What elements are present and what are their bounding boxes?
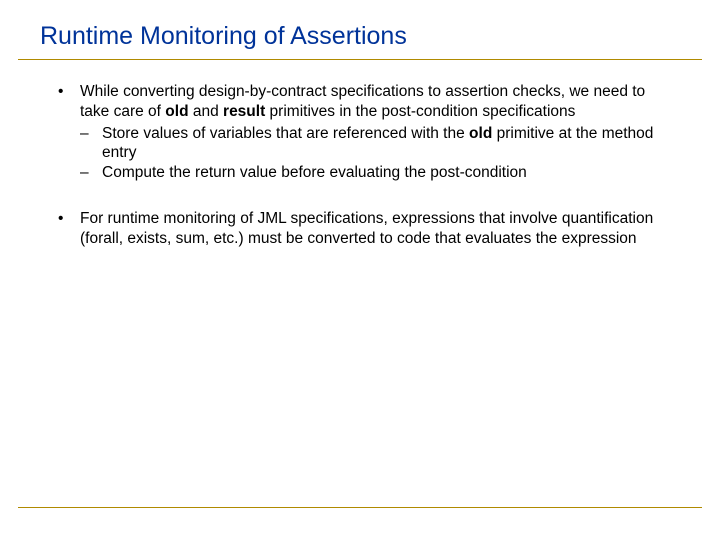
bullet-block-2: • For runtime monitoring of JML specific… [58, 209, 670, 249]
bold-old: old [469, 125, 492, 142]
bold-result: result [223, 103, 265, 120]
sub-bullet-item: – Compute the return value before evalua… [80, 163, 670, 183]
bullet-marker: – [80, 163, 102, 183]
content-area: • While converting design-by-contract sp… [0, 60, 720, 249]
bold-old: old [165, 103, 188, 120]
slide-title: Runtime Monitoring of Assertions [0, 22, 720, 59]
footer-divider [18, 507, 702, 508]
bullet-marker: • [58, 82, 80, 122]
text-span: and [189, 103, 223, 120]
bullet-marker: – [80, 124, 102, 164]
text-span: Store values of variables that are refer… [102, 125, 469, 142]
sub-bullet-item: – Store values of variables that are ref… [80, 124, 670, 164]
bullet-item: • For runtime monitoring of JML specific… [58, 209, 670, 249]
bullet-text: Store values of variables that are refer… [102, 124, 670, 164]
bullet-text: For runtime monitoring of JML specificat… [80, 209, 670, 249]
text-span: primitives in the post-condition specifi… [265, 103, 575, 120]
bullet-marker: • [58, 209, 80, 249]
bullet-text: Compute the return value before evaluati… [102, 163, 670, 183]
bullet-item: • While converting design-by-contract sp… [58, 82, 670, 122]
slide: Runtime Monitoring of Assertions • While… [0, 0, 720, 540]
bullet-block-1: • While converting design-by-contract sp… [58, 82, 670, 183]
bullet-text: While converting design-by-contract spec… [80, 82, 670, 122]
